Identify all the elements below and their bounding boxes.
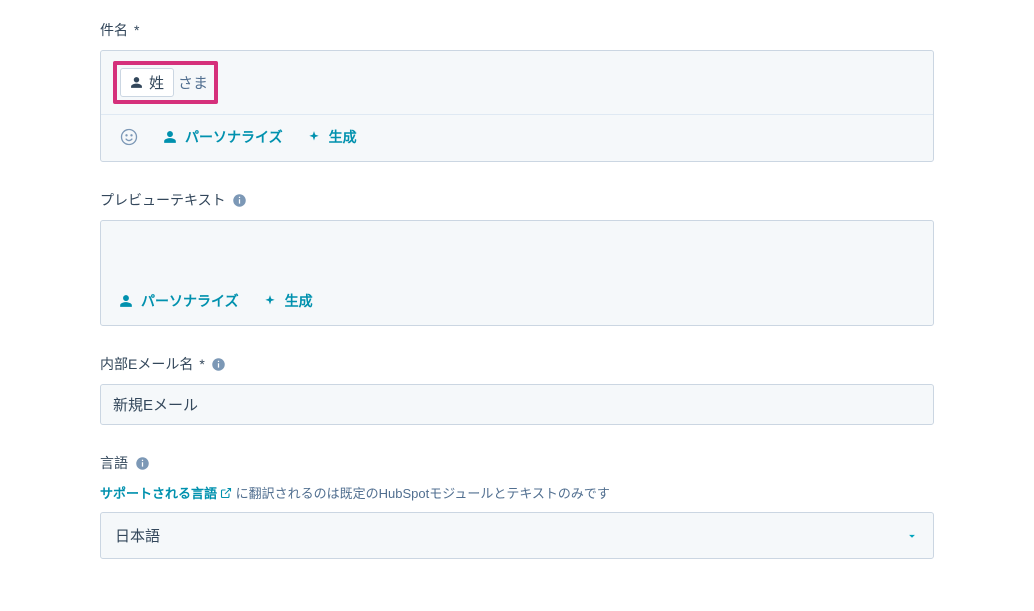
internal-name-input[interactable] bbox=[100, 384, 934, 425]
preview-input-container: パーソナライズ 生成 bbox=[100, 220, 934, 326]
contact-icon bbox=[130, 76, 143, 89]
emoji-button[interactable] bbox=[117, 125, 141, 149]
language-select[interactable]: 日本語 bbox=[100, 512, 934, 559]
required-indicator: * bbox=[134, 22, 139, 38]
token-label: 姓 bbox=[149, 72, 164, 93]
generate-label: 生成 bbox=[285, 291, 313, 311]
preview-label: プレビューテキスト bbox=[100, 190, 934, 210]
personalize-label: パーソナライズ bbox=[185, 127, 283, 147]
lastname-token-chip[interactable]: 姓 bbox=[120, 68, 174, 97]
generate-button[interactable]: 生成 bbox=[261, 287, 315, 315]
required-indicator: * bbox=[199, 356, 204, 372]
supported-languages-link[interactable]: サポートされる言語 bbox=[100, 483, 232, 502]
language-help-text: サポートされる言語 に翻訳されるのは既定のHubSpotモジュールとテキストのみ… bbox=[100, 483, 934, 502]
smile-icon bbox=[119, 127, 139, 147]
subject-label: 件名 * bbox=[100, 20, 934, 40]
sparkle-icon bbox=[263, 294, 277, 308]
subject-suffix-text: さま bbox=[178, 72, 208, 93]
language-label: 言語 bbox=[100, 453, 934, 473]
subject-input-area[interactable]: 姓 さま bbox=[101, 51, 933, 114]
generate-button[interactable]: 生成 bbox=[305, 123, 359, 151]
internal-name-field-group: 内部Eメール名 * bbox=[100, 354, 934, 425]
subject-field-group: 件名 * 姓 さま bbox=[100, 20, 934, 162]
personalize-button[interactable]: パーソナライズ bbox=[117, 287, 241, 315]
info-icon[interactable] bbox=[211, 356, 227, 372]
generate-label: 生成 bbox=[329, 127, 357, 147]
internal-name-label-text: 内部Eメール名 bbox=[100, 354, 193, 374]
contact-icon bbox=[163, 130, 177, 144]
chevron-down-icon bbox=[905, 529, 919, 543]
help-text-suffix: に翻訳されるのは既定のHubSpotモジュールとテキストのみです bbox=[236, 486, 610, 501]
info-icon[interactable] bbox=[232, 192, 248, 208]
info-icon[interactable] bbox=[134, 455, 150, 471]
subject-toolbar: パーソナライズ 生成 bbox=[101, 114, 933, 161]
subject-highlight-box: 姓 さま bbox=[113, 61, 218, 104]
language-label-text: 言語 bbox=[100, 453, 128, 473]
internal-name-label: 内部Eメール名 * bbox=[100, 354, 934, 374]
contact-icon bbox=[119, 294, 133, 308]
preview-field-group: プレビューテキスト パーソナライズ 生成 bbox=[100, 190, 934, 326]
preview-toolbar: パーソナライズ 生成 bbox=[101, 279, 933, 325]
sparkle-icon bbox=[307, 130, 321, 144]
personalize-button[interactable]: パーソナライズ bbox=[161, 123, 285, 151]
language-field-group: 言語 サポートされる言語 に翻訳されるのは既定のHubSpotモジュールとテキス… bbox=[100, 453, 934, 559]
subject-label-text: 件名 bbox=[100, 20, 128, 40]
help-link-text: サポートされる言語 bbox=[100, 483, 217, 502]
language-selected-value: 日本語 bbox=[115, 525, 160, 546]
external-link-icon bbox=[220, 487, 232, 499]
personalize-label: パーソナライズ bbox=[141, 291, 239, 311]
preview-input-area[interactable] bbox=[101, 221, 933, 279]
preview-label-text: プレビューテキスト bbox=[100, 190, 226, 210]
subject-input-container: 姓 さま パーソナライズ 生成 bbox=[100, 50, 934, 162]
